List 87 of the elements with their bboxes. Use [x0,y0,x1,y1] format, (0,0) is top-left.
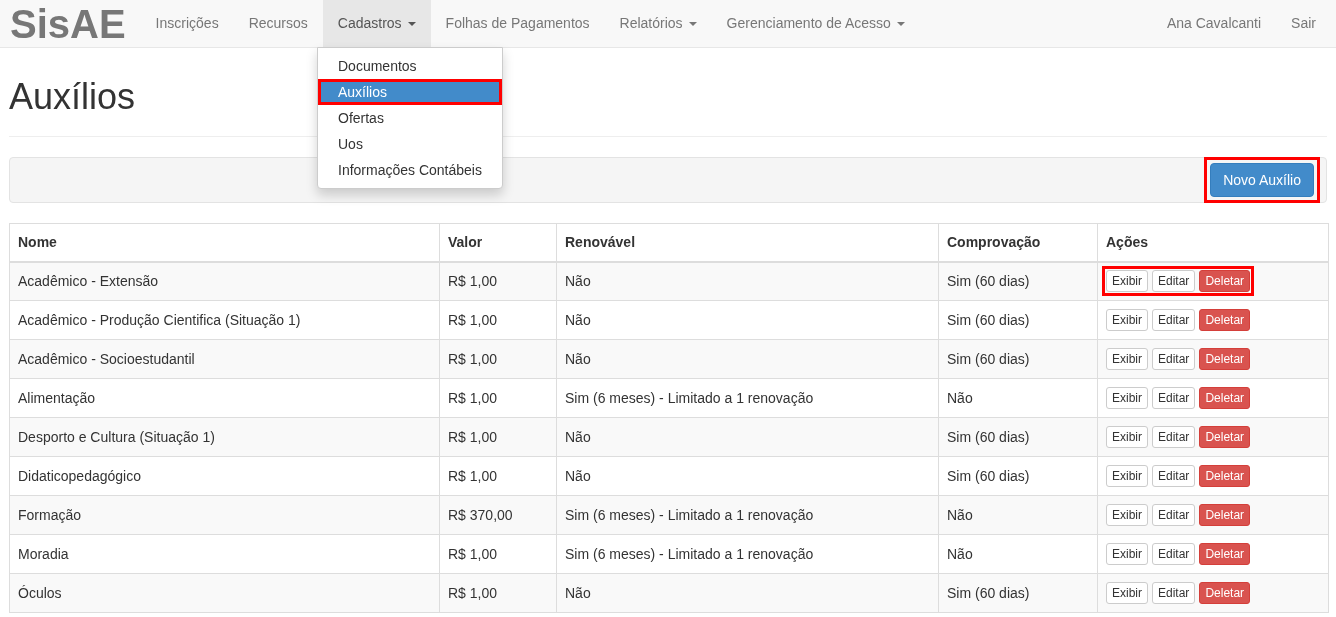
edit-button[interactable]: Editar [1152,504,1196,526]
page-title: Auxílios [9,77,136,117]
edit-button[interactable]: Editar [1152,582,1196,604]
table-cell: Não [565,584,591,601]
delete-button[interactable]: Deletar [1199,543,1251,565]
table-cell: R$ 370,00 [448,506,513,523]
delete-button[interactable]: Deletar [1199,504,1251,526]
view-button[interactable]: Exibir [1106,387,1148,409]
view-button[interactable]: Exibir [1106,543,1148,565]
table-cell: R$ 1,00 [448,272,498,289]
table-cell: Didaticopedagógico [18,467,141,484]
delete-button[interactable]: Deletar [1199,387,1251,409]
table-cell: Não [565,428,591,445]
new-button[interactable]: Novo Auxílio [1210,163,1314,197]
table-cell: Moradia [18,545,69,562]
table-cell: Alimentação [18,389,96,406]
table-cell: Sim (60 dias) [947,350,1030,367]
table-cell: Acadêmico - Extensão [18,272,159,289]
table-cell: Não [565,350,591,367]
column-header: Valor [448,233,483,250]
edit-button[interactable]: Editar [1152,543,1196,565]
table-cell: R$ 1,00 [448,584,498,601]
table-cell: Não [947,506,973,523]
table-cell: Acadêmico - Produção Cientifica (Situação 1) [18,311,301,328]
delete-button[interactable]: Deletar [1199,309,1251,331]
table-cell: Sim (60 dias) [947,272,1030,289]
table-cell: Desporto e Cultura (Situação 1) [18,428,215,445]
delete-button[interactable]: Deletar [1199,348,1251,370]
nav-link[interactable]: Inscrições [140,0,234,47]
table-cell: R$ 1,00 [448,350,498,367]
view-button[interactable]: Exibir [1106,348,1148,370]
column-header: Nome [18,233,57,250]
table-cell: Não [565,467,591,484]
menu-item[interactable]: Auxílios [318,79,502,105]
edit-button[interactable]: Editar [1152,387,1196,409]
view-button[interactable]: Exibir [1106,270,1148,293]
column-header: Comprovação [947,233,1041,250]
column-header: Renovável [565,233,636,250]
table-cell: R$ 1,00 [448,545,498,562]
table-cell: Sim (60 dias) [947,311,1030,328]
table-cell: Não [565,272,591,289]
view-button[interactable]: Exibir [1106,504,1148,526]
view-button[interactable]: Exibir [1106,582,1148,604]
column-header: Ações [1106,233,1149,250]
delete-button[interactable]: Deletar [1199,465,1251,487]
nav-link[interactable]: Recursos [233,0,323,47]
caret-icon [688,21,697,26]
edit-button[interactable]: Editar [1152,309,1196,331]
nav-link[interactable]: Folhas de Pagamentos [430,0,605,47]
view-button[interactable]: Exibir [1106,465,1148,487]
edit-button[interactable]: Editar [1152,348,1196,370]
table-cell: R$ 1,00 [448,428,498,445]
table-cell: Óculos [18,584,62,601]
nav-link[interactable]: Relatórios [604,0,712,47]
delete-button[interactable]: Deletar [1199,270,1251,293]
table-cell: Sim (60 dias) [947,584,1030,601]
view-button[interactable]: Exibir [1106,426,1148,448]
table-cell: Não [947,389,973,406]
table-cell: Sim (60 dias) [947,467,1030,484]
table-cell: Não [565,311,591,328]
nav-link[interactable]: Sair [1276,0,1331,47]
table-cell: Sim (6 meses) - Limitado a 1 renovação [565,545,814,562]
menu-item[interactable]: Ofertas [318,105,502,131]
delete-button[interactable]: Deletar [1199,582,1251,604]
table-cell: Sim (6 meses) - Limitado a 1 renovação [565,389,814,406]
nav-link[interactable]: Cadastros [322,0,431,47]
table-cell: Sim (6 meses) - Limitado a 1 renovação [565,506,814,523]
brand-logo[interactable]: SisAE [0,1,141,46]
caret-icon [896,21,905,26]
edit-button[interactable]: Editar [1152,426,1196,448]
table-cell: Sim (60 dias) [947,428,1030,445]
menu-item[interactable]: Informações Contábeis [318,157,502,183]
nav-link[interactable]: Gerenciamento de Acesso [711,0,920,47]
edit-button[interactable]: Editar [1152,270,1196,293]
table-cell: Não [947,545,973,562]
table-cell: R$ 1,00 [448,311,498,328]
table-cell: Acadêmico - Socioestudantil [18,350,195,367]
nav-link[interactable]: Ana Cavalcanti [1151,0,1277,47]
menu-item[interactable]: Uos [318,131,502,157]
delete-button[interactable]: Deletar [1199,426,1251,448]
menu-item[interactable]: Documentos [318,53,502,79]
caret-icon [407,21,416,26]
edit-button[interactable]: Editar [1152,465,1196,487]
view-button[interactable]: Exibir [1106,309,1148,331]
table-cell: R$ 1,00 [448,467,498,484]
table-cell: R$ 1,00 [448,389,498,406]
table-cell: Formação [18,506,82,523]
